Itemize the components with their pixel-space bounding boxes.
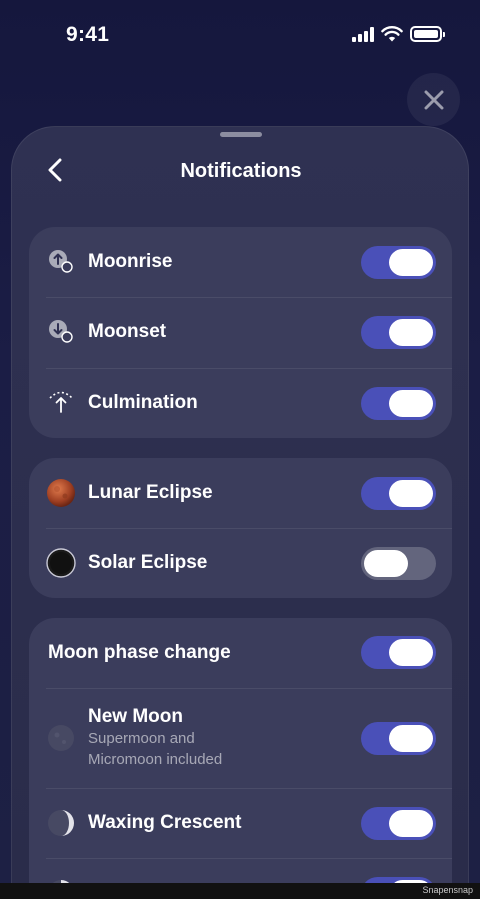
row-new-moon[interactable]: New Moon Supermoon and Micromoon include… [29,688,452,788]
status-bar: 9:41 [0,0,480,70]
close-icon [424,90,443,109]
moonset-icon [46,317,76,347]
status-time: 9:41 [66,23,110,46]
close-button[interactable] [407,73,460,126]
row-culmination[interactable]: Culmination [29,368,452,438]
row-label: Moonrise [88,251,173,272]
row-label: Culmination [88,392,198,413]
toggle-moonset[interactable] [361,316,436,349]
solar-eclipse-icon [46,548,76,578]
row-label: Solar Eclipse [88,552,208,573]
sheet-grabber[interactable] [220,132,262,137]
row-label: Moonset [88,321,167,342]
row-moonset[interactable]: Moonset [29,297,452,368]
row-lunar-eclipse[interactable]: Lunar Eclipse [29,458,452,528]
moon-phase-card: Moon phase change New Moon Supermoon and… [29,618,452,898]
row-moon-phase-change[interactable]: Moon phase change [29,618,452,688]
row-waxing-crescent[interactable]: Waxing Crescent [29,788,452,858]
watermark-text: Snapensnap [422,885,473,895]
row-label: Moon phase change [48,642,231,663]
toggle-waxing-crescent[interactable] [361,807,436,840]
toggle-new-moon[interactable] [361,722,436,755]
toggle-lunar-eclipse[interactable] [361,477,436,510]
culmination-icon [46,388,76,418]
row-sublabel: Micromoon included [88,751,223,768]
waxing-crescent-icon [46,808,76,838]
moon-events-card: Moonrise Moonset Culmination [29,227,452,438]
row-sublabel: Supermoon and [88,730,195,747]
page-title: Notifications [180,160,302,182]
lunar-eclipse-icon [46,478,76,508]
watermark-bar: Snapensnap [0,883,480,899]
moonrise-icon [46,247,76,277]
battery-icon [410,26,445,42]
row-label: New Moon [88,706,183,727]
toggle-moonrise[interactable] [361,246,436,279]
status-icons [352,26,445,42]
notifications-sheet: Notifications Moonrise Moonset Culminati… [11,126,469,899]
cellular-signal-icon [352,26,374,42]
toggle-culmination[interactable] [361,387,436,420]
row-moonrise[interactable]: Moonrise [29,227,452,297]
eclipse-card: Lunar Eclipse Solar Eclipse [29,458,452,598]
new-moon-icon [46,723,76,753]
toggle-solar-eclipse[interactable] [361,547,436,580]
toggle-moon-phase-change[interactable] [361,636,436,669]
wifi-icon [381,26,403,42]
row-label: Lunar Eclipse [88,482,213,503]
row-label: Waxing Crescent [88,812,242,833]
row-solar-eclipse[interactable]: Solar Eclipse [29,528,452,598]
